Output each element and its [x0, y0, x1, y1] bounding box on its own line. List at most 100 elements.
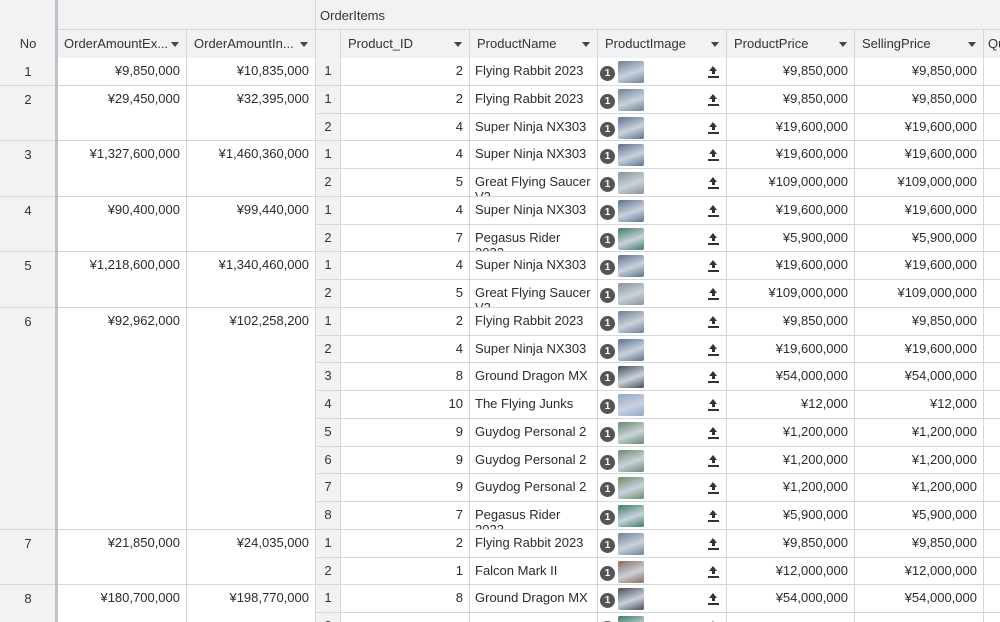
upload-icon[interactable] [708, 66, 719, 78]
upload-icon[interactable] [708, 122, 719, 134]
item-row-number[interactable]: 8 [316, 502, 341, 530]
product-price-cell[interactable]: ¥19,600,000 [727, 114, 855, 141]
product-price-cell[interactable]: ¥9,850,000 [727, 58, 855, 86]
product-thumbnail[interactable] [618, 588, 644, 610]
item-row-number[interactable]: 2 [316, 558, 341, 585]
order-amount-ex-cell[interactable]: ¥180,700,000 [57, 585, 187, 622]
product-thumbnail[interactable] [618, 311, 644, 333]
selling-price-cell[interactable]: ¥9,850,000 [855, 58, 984, 86]
item-row-number[interactable]: 7 [316, 474, 341, 502]
product-thumbnail[interactable] [618, 117, 644, 139]
quantity-cell[interactable] [984, 336, 1000, 363]
row-number[interactable]: 1 [0, 58, 57, 86]
item-row-number[interactable]: 2 [316, 169, 341, 197]
product-name-cell[interactable]: Guydog Personal 2 [470, 447, 598, 474]
quantity-cell[interactable] [984, 558, 1000, 585]
selling-price-cell[interactable]: ¥9,850,000 [855, 308, 984, 336]
item-row-number[interactable]: 1 [316, 86, 341, 114]
upload-icon[interactable] [708, 316, 719, 328]
product-name-cell[interactable]: Super Ninja NX303 [470, 114, 598, 141]
product-price-cell[interactable]: ¥9,850,000 [727, 86, 855, 114]
order-amount-ex-cell[interactable]: ¥29,450,000 [57, 86, 187, 141]
product-price-cell[interactable] [727, 613, 855, 622]
quantity-cell[interactable] [984, 308, 1000, 336]
row-number[interactable]: 4 [0, 197, 57, 252]
product-thumbnail[interactable] [618, 200, 644, 222]
product-name-cell[interactable]: Guydog Personal 2 [470, 474, 598, 502]
product-thumbnail[interactable] [618, 561, 644, 583]
selling-price-cell[interactable]: ¥19,600,000 [855, 141, 984, 169]
item-row-number[interactable]: 3 [316, 363, 341, 391]
product-image-cell[interactable]: 1 [598, 530, 727, 558]
product-image-cell[interactable]: 1 [598, 114, 727, 141]
product-name-cell[interactable]: Flying Rabbit 2023 [470, 86, 598, 114]
order-amount-ex-cell[interactable]: ¥90,400,000 [57, 197, 187, 252]
selling-price-cell[interactable]: ¥9,850,000 [855, 530, 984, 558]
product-image-cell[interactable]: 1 [598, 58, 727, 86]
product-price-cell[interactable]: ¥109,000,000 [727, 280, 855, 308]
selling-price-cell[interactable]: ¥109,000,000 [855, 169, 984, 197]
product-price-cell[interactable]: ¥19,600,000 [727, 197, 855, 225]
chevron-down-icon[interactable] [582, 42, 590, 47]
product-image-cell[interactable]: 1 [598, 502, 727, 530]
product-price-cell[interactable]: ¥12,000 [727, 391, 855, 419]
product-thumbnail[interactable] [618, 450, 644, 472]
product-price-cell[interactable]: ¥54,000,000 [727, 363, 855, 391]
product-price-cell[interactable]: ¥1,200,000 [727, 474, 855, 502]
product-thumbnail[interactable] [618, 533, 644, 555]
product-id-cell[interactable]: 1 [341, 558, 470, 585]
product-id-cell[interactable]: 2 [341, 530, 470, 558]
frozen-column-divider[interactable] [55, 0, 58, 622]
upload-icon[interactable] [708, 593, 719, 605]
product-id-cell[interactable]: 2 [341, 86, 470, 114]
product-image-cell[interactable]: 1 [598, 86, 727, 114]
product-image-cell[interactable]: 1 [598, 447, 727, 474]
product-id-cell[interactable]: 5 [341, 169, 470, 197]
product-thumbnail[interactable] [618, 172, 644, 194]
product-id-cell[interactable] [341, 613, 470, 622]
upload-icon[interactable] [708, 399, 719, 411]
product-thumbnail[interactable] [618, 61, 644, 83]
quantity-cell[interactable] [984, 252, 1000, 280]
column-header-product-image[interactable]: ProductImage [598, 30, 727, 59]
row-number[interactable]: 2 [0, 86, 57, 141]
upload-icon[interactable] [708, 482, 719, 494]
product-id-cell[interactable]: 7 [341, 225, 470, 252]
column-header-product-id[interactable]: Product_ID [341, 30, 470, 59]
product-image-cell[interactable]: 1 [598, 252, 727, 280]
order-amount-ex-cell[interactable]: ¥9,850,000 [57, 58, 187, 86]
selling-price-cell[interactable]: ¥9,850,000 [855, 86, 984, 114]
item-row-number[interactable]: 1 [316, 58, 341, 86]
quantity-cell[interactable] [984, 391, 1000, 419]
item-row-number[interactable]: 6 [316, 447, 341, 474]
quantity-cell[interactable] [984, 363, 1000, 391]
item-row-number[interactable]: 1 [316, 585, 341, 613]
upload-icon[interactable] [708, 149, 719, 161]
item-row-number[interactable]: 1 [316, 197, 341, 225]
product-id-cell[interactable]: 7 [341, 502, 470, 530]
product-thumbnail[interactable] [618, 422, 644, 444]
product-price-cell[interactable]: ¥1,200,000 [727, 419, 855, 447]
upload-icon[interactable] [708, 455, 719, 467]
quantity-cell[interactable] [984, 613, 1000, 622]
quantity-cell[interactable] [984, 280, 1000, 308]
order-amount-in-cell[interactable]: ¥1,340,460,000 [187, 252, 316, 308]
selling-price-cell[interactable]: ¥5,900,000 [855, 502, 984, 530]
product-name-cell[interactable]: Flying Rabbit 2023 [470, 58, 598, 86]
product-price-cell[interactable]: ¥5,900,000 [727, 502, 855, 530]
chevron-down-icon[interactable] [711, 42, 719, 47]
product-name-cell[interactable]: The Flying Junks [470, 391, 598, 419]
quantity-cell[interactable] [984, 197, 1000, 225]
item-row-number[interactable]: 2 [316, 280, 341, 308]
product-thumbnail[interactable] [618, 228, 644, 250]
upload-icon[interactable] [708, 177, 719, 189]
upload-icon[interactable] [708, 344, 719, 356]
quantity-cell[interactable] [984, 58, 1000, 86]
selling-price-cell[interactable]: ¥12,000 [855, 391, 984, 419]
item-row-number[interactable]: 2 [316, 225, 341, 252]
order-amount-in-cell[interactable]: ¥1,460,360,000 [187, 141, 316, 197]
product-name-cell[interactable]: Flying Rabbit 2023 [470, 530, 598, 558]
item-row-number[interactable]: 1 [316, 530, 341, 558]
upload-icon[interactable] [708, 288, 719, 300]
selling-price-cell[interactable]: ¥19,600,000 [855, 336, 984, 363]
